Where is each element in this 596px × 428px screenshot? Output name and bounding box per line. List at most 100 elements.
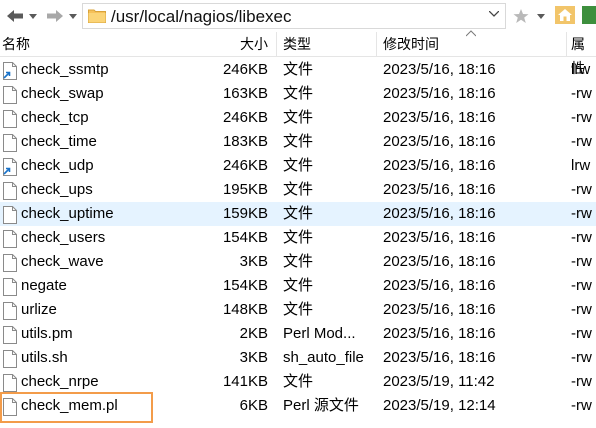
file-row[interactable]: utils.pm 2KB Perl Mod... 2023/5/16, 18:1… [0,322,596,346]
file-name: urlize [21,301,57,318]
file-row[interactable]: check_swap 163KB 文件 2023/5/16, 18:16 -rw [0,82,596,106]
file-type: 文件 [283,109,314,126]
file-type: Perl 源文件 [283,397,359,414]
file-attributes: -rw [571,229,592,246]
file-size: 159KB [222,205,268,222]
file-modified: 2023/5/16, 18:16 [383,109,496,126]
refresh-button[interactable] [582,5,596,25]
column-modified[interactable]: 修改时间 [383,32,439,56]
file-name: check_time [21,133,97,150]
file-modified: 2023/5/16, 18:16 [383,133,496,150]
file-row-hovered[interactable]: check_uptime 159KB 文件 2023/5/16, 18:16 -… [0,202,596,226]
file-modified: 2023/5/16, 18:16 [383,181,496,198]
column-attributes[interactable]: 属性 [571,32,596,76]
star-icon [513,9,529,23]
back-arrow-icon [7,10,23,22]
file-row[interactable]: utils.sh 3KB sh_auto_file 2023/5/16, 18:… [0,346,596,370]
file-attributes: -rw [571,133,592,150]
file-icon [2,278,18,296]
chevron-down-icon [69,13,77,19]
file-row[interactable]: check_tcp 246KB 文件 2023/5/16, 18:16 -rw [0,106,596,130]
file-row[interactable]: check_users 154KB 文件 2023/5/16, 18:16 -r… [0,226,596,250]
back-button[interactable] [4,6,26,26]
file-type: 文件 [283,85,314,102]
file-size: 154KB [222,277,268,294]
sort-ascending-icon [466,30,476,37]
file-icon [2,110,18,128]
back-history-dropdown[interactable] [28,6,38,26]
file-type: 文件 [283,157,314,174]
bookmark-dropdown[interactable] [536,6,546,26]
address-bar[interactable]: /usr/local/nagios/libexec [82,3,506,29]
file-row[interactable]: check_udp 246KB 文件 2023/5/16, 18:16 lrw [0,154,596,178]
file-size: 163KB [222,85,268,102]
file-modified: 2023/5/16, 18:16 [383,157,496,174]
column-divider[interactable] [376,32,377,56]
file-row[interactable]: negate 154KB 文件 2023/5/16, 18:16 -rw [0,274,596,298]
toolbar-right [510,3,596,29]
file-type: 文件 [283,277,314,294]
address-path: /usr/local/nagios/libexec [111,7,292,26]
file-size: 195KB [222,181,268,198]
file-row[interactable]: check_wave 3KB 文件 2023/5/16, 18:16 -rw [0,250,596,274]
file-modified: 2023/5/16, 18:16 [383,253,496,270]
file-icon [2,350,18,368]
forward-button[interactable] [44,6,66,26]
chevron-down-icon [537,13,545,19]
file-attributes: -rw [571,253,592,270]
file-size: 148KB [222,301,268,318]
column-divider[interactable] [566,32,567,56]
file-attributes: -rw [571,85,592,102]
file-modified: 2023/5/19, 12:14 [383,397,496,414]
file-modified: 2023/5/16, 18:16 [383,301,496,318]
file-attributes: -rw [571,277,592,294]
file-type: 文件 [283,373,314,390]
file-modified: 2023/5/16, 18:16 [383,349,496,366]
file-size: 246KB [222,61,268,78]
file-size: 246KB [222,157,268,174]
column-name[interactable]: 名称 [2,32,30,56]
refresh-icon [582,6,596,24]
file-attributes: -rw [571,181,592,198]
file-size: 141KB [222,373,268,390]
file-row[interactable]: check_time 183KB 文件 2023/5/16, 18:16 -rw [0,130,596,154]
file-attributes: lrw [571,157,591,174]
file-attributes: -rw [571,349,592,366]
address-dropdown-icon[interactable] [489,11,499,17]
file-type: 文件 [283,301,314,318]
file-name: check_swap [21,85,104,102]
file-icon [2,254,18,272]
file-modified: 2023/5/16, 18:16 [383,61,496,78]
file-attributes: -rw [571,373,592,390]
file-size: 6KB [239,397,268,414]
selection-highlight-box [0,392,153,423]
file-attributes: lrw [571,61,591,78]
file-name: check_uptime [21,205,114,222]
file-modified: 2023/5/16, 18:16 [383,229,496,246]
file-icon [2,134,18,152]
file-row[interactable]: check_ups 195KB 文件 2023/5/16, 18:16 -rw [0,178,596,202]
home-button[interactable] [554,5,576,25]
file-row[interactable]: check_nrpe 141KB 文件 2023/5/19, 11:42 -rw [0,370,596,394]
file-type: 文件 [283,133,314,150]
file-type: Perl Mod... [283,325,356,342]
column-divider[interactable] [276,32,277,56]
file-icon [2,326,18,344]
file-row[interactable]: urlize 148KB 文件 2023/5/16, 18:16 -rw [0,298,596,322]
forward-arrow-icon [47,10,63,22]
file-attributes: -rw [571,205,592,222]
file-icon [2,206,18,224]
bookmark-button[interactable] [512,6,530,26]
file-row[interactable]: check_ssmtp 246KB 文件 2023/5/16, 18:16 lr… [0,58,596,82]
file-icon [2,302,18,320]
forward-history-dropdown[interactable] [68,6,78,26]
column-size[interactable]: 大小 [240,32,268,56]
chevron-down-icon [29,13,37,19]
column-type[interactable]: 类型 [283,32,311,56]
file-attributes: -rw [571,325,592,342]
file-list: check_ssmtp 246KB 文件 2023/5/16, 18:16 lr… [0,58,596,418]
file-attributes: -rw [571,301,592,318]
file-size: 154KB [222,229,268,246]
file-type: 文件 [283,205,314,222]
file-size: 3KB [239,253,268,270]
